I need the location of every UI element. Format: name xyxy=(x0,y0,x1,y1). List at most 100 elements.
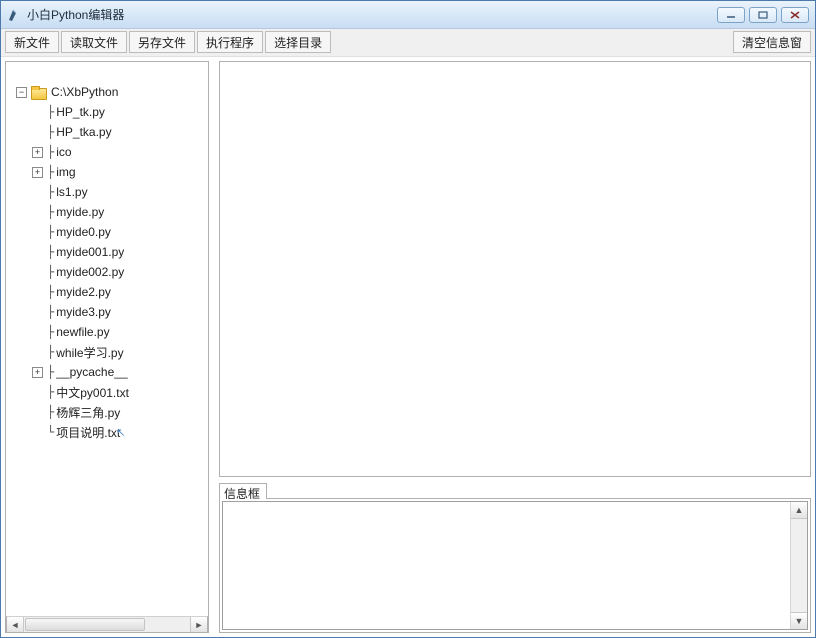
scroll-down-icon[interactable]: ▼ xyxy=(791,612,807,629)
tree-item-label: img xyxy=(54,165,75,179)
tree-branch-glyph: ├ xyxy=(47,305,54,319)
tree-spacer xyxy=(32,347,43,358)
tree-item[interactable]: + ├img xyxy=(32,162,208,182)
tree-horizontal-scrollbar[interactable]: ◄ ► xyxy=(6,616,208,633)
tree-branch-glyph: ├ xyxy=(47,325,54,339)
clear-info-button[interactable]: 清空信息窗 xyxy=(733,31,811,53)
open-file-button[interactable]: 读取文件 xyxy=(61,31,127,53)
tree-branch-glyph: ├ xyxy=(47,145,54,159)
tree-branch-glyph: ├ xyxy=(47,385,54,399)
folder-icon xyxy=(31,86,45,98)
tree-item-label: myide002.py xyxy=(54,265,124,279)
tree-branch-glyph: ├ xyxy=(47,105,54,119)
tree-branch-glyph: ├ xyxy=(47,185,54,199)
tree-spacer xyxy=(32,327,43,338)
tree-item-label: 杨辉三角.py xyxy=(54,404,120,421)
tree-item-label: HP_tka.py xyxy=(54,125,111,139)
close-button[interactable] xyxy=(781,7,809,23)
tree-item-label: ls1.py xyxy=(54,185,87,199)
tree-item[interactable]: ├HP_tk.py xyxy=(32,102,208,122)
tree-item[interactable]: ├中文py001.txt xyxy=(32,382,208,402)
tree-item-label: myide3.py xyxy=(54,305,111,319)
tree-spacer xyxy=(32,247,43,258)
tree-branch-glyph: ├ xyxy=(47,225,54,239)
run-button[interactable]: 执行程序 xyxy=(197,31,263,53)
tree-item-label: newfile.py xyxy=(54,325,109,339)
tree-item[interactable]: ├杨辉三角.py xyxy=(32,402,208,422)
main-area: − C:\XbPython ├HP_tk.py├HP_tka.py+├ico+├… xyxy=(1,57,815,637)
toolbar: 新文件 读取文件 另存文件 执行程序 选择目录 清空信息窗 xyxy=(1,29,815,57)
scroll-up-icon[interactable]: ▲ xyxy=(791,502,807,519)
window-title: 小白Python编辑器 xyxy=(27,6,124,23)
tree-item-label: 中文py001.txt xyxy=(54,384,129,401)
tree-item[interactable]: ├myide.py xyxy=(32,202,208,222)
tree-item-label: myide001.py xyxy=(54,245,124,259)
right-panel: 信息框 ▲ ▼ xyxy=(219,61,811,633)
app-icon xyxy=(7,8,21,22)
tree-spacer xyxy=(32,427,43,438)
tree-item-label: ico xyxy=(54,145,71,159)
tree-spacer xyxy=(32,207,43,218)
titlebar[interactable]: 小白Python编辑器 xyxy=(1,1,815,29)
collapse-icon[interactable]: − xyxy=(16,87,27,98)
tree-branch-glyph: ├ xyxy=(47,205,54,219)
tree-branch-glyph: ├ xyxy=(47,245,54,259)
scroll-track[interactable] xyxy=(24,617,190,632)
scroll-right-icon[interactable]: ► xyxy=(190,617,207,632)
tree-spacer xyxy=(32,107,43,118)
info-label: 信息框 xyxy=(219,483,267,499)
tree-branch-glyph: └ xyxy=(47,425,54,439)
expand-icon[interactable]: + xyxy=(32,367,43,378)
info-label-frame: 信息框 xyxy=(219,483,811,499)
editor-area[interactable] xyxy=(219,61,811,477)
save-as-button[interactable]: 另存文件 xyxy=(129,31,195,53)
tree-root[interactable]: − C:\XbPython xyxy=(12,82,208,102)
scroll-thumb[interactable] xyxy=(25,618,145,631)
maximize-button[interactable] xyxy=(749,7,777,23)
tree-item[interactable]: ├ls1.py xyxy=(32,182,208,202)
file-tree[interactable]: − C:\XbPython ├HP_tk.py├HP_tka.py+├ico+├… xyxy=(6,62,208,616)
tree-spacer xyxy=(32,227,43,238)
cursor-icon: ↖ xyxy=(116,426,125,439)
tree-item-label: while学习.py xyxy=(54,344,123,361)
tree-item-label: myide.py xyxy=(54,205,104,219)
tree-item-label: 项目说明.txt xyxy=(54,424,120,441)
tree-spacer xyxy=(32,387,43,398)
tree-branch-glyph: ├ xyxy=(47,165,54,179)
choose-dir-button[interactable]: 选择目录 xyxy=(265,31,331,53)
info-vertical-scrollbar[interactable]: ▲ ▼ xyxy=(790,502,807,629)
info-text-area[interactable]: ▲ ▼ xyxy=(222,501,808,630)
expand-icon[interactable]: + xyxy=(32,167,43,178)
tree-spacer xyxy=(32,127,43,138)
minimize-button[interactable] xyxy=(717,7,745,23)
tree-spacer xyxy=(32,287,43,298)
tree-item[interactable]: + ├__pycache__ xyxy=(32,362,208,382)
scroll-left-icon[interactable]: ◄ xyxy=(7,617,24,632)
tree-branch-glyph: ├ xyxy=(47,265,54,279)
tree-item[interactable]: ├HP_tka.py xyxy=(32,122,208,142)
tree-branch-glyph: ├ xyxy=(47,365,54,379)
tree-item[interactable]: ├myide3.py xyxy=(32,302,208,322)
tree-item-label: __pycache__ xyxy=(54,365,127,379)
expand-icon[interactable]: + xyxy=(32,147,43,158)
toolbar-spacer xyxy=(331,29,731,56)
tree-item-label: myide0.py xyxy=(54,225,111,239)
window-controls xyxy=(717,7,815,23)
tree-branch-glyph: ├ xyxy=(47,405,54,419)
tree-item[interactable]: ├myide2.py xyxy=(32,282,208,302)
new-file-button[interactable]: 新文件 xyxy=(5,31,59,53)
tree-item[interactable]: └项目说明.txt↖ xyxy=(32,422,208,442)
tree-item[interactable]: + ├ico xyxy=(32,142,208,162)
tree-item[interactable]: ├myide002.py xyxy=(32,262,208,282)
tree-item[interactable]: ├newfile.py xyxy=(32,322,208,342)
scroll-track[interactable] xyxy=(791,519,807,612)
tree-item[interactable]: ├myide0.py xyxy=(32,222,208,242)
tree-spacer xyxy=(32,407,43,418)
tree-branch-glyph: ├ xyxy=(47,125,54,139)
tree-item-label: HP_tk.py xyxy=(54,105,105,119)
tree-item[interactable]: ├myide001.py xyxy=(32,242,208,262)
tree-spacer xyxy=(32,187,43,198)
tree-item-label: myide2.py xyxy=(54,285,111,299)
tree-item[interactable]: ├while学习.py xyxy=(32,342,208,362)
tree-branch-glyph: ├ xyxy=(47,345,54,359)
